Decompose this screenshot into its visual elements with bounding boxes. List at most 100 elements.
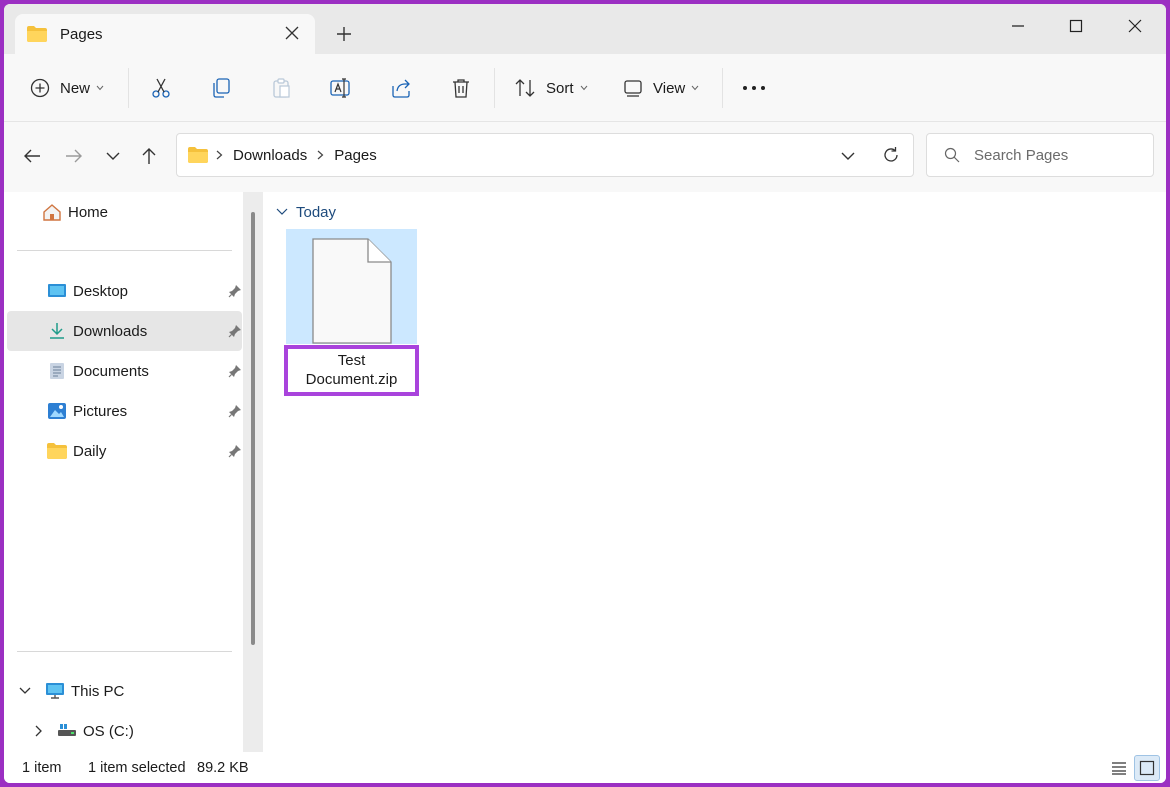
title-bar: Pages — [4, 4, 1166, 54]
sidebar-item-pictures[interactable]: Pictures — [7, 391, 242, 431]
sidebar-item-label: This PC — [71, 682, 125, 700]
pin-icon[interactable] — [228, 444, 242, 458]
status-bar: 1 item 1 item selected 89.2 KB — [4, 752, 1166, 783]
forward-button[interactable] — [60, 142, 88, 170]
new-button[interactable]: New — [30, 72, 104, 104]
selection-size: 89.2 KB — [197, 760, 249, 776]
clipboard-icon — [273, 78, 290, 98]
sidebar-scrollbar[interactable] — [243, 192, 263, 752]
command-bar: New Sort View — [4, 54, 1166, 122]
back-button[interactable] — [18, 142, 46, 170]
pin-icon[interactable] — [228, 404, 242, 418]
chevron-down-icon — [691, 85, 699, 91]
share-icon — [392, 79, 410, 98]
breadcrumb-downloads[interactable]: Downloads — [233, 147, 307, 164]
share-button[interactable] — [390, 72, 412, 104]
maximize-button[interactable] — [1047, 4, 1105, 48]
chevron-right-icon[interactable] — [35, 725, 43, 737]
group-header-today[interactable]: Today — [276, 202, 336, 222]
file-item[interactable] — [286, 229, 417, 344]
sidebar-item-label: Daily — [73, 442, 107, 460]
address-dropdown-icon[interactable] — [841, 151, 855, 161]
file-name-label[interactable]: Test Document.zip — [284, 345, 419, 396]
breadcrumb-pages[interactable]: Pages — [334, 147, 377, 164]
address-row: Downloads Pages — [4, 122, 1166, 192]
sidebar-item-daily[interactable]: Daily — [7, 431, 242, 471]
scissors-icon — [152, 78, 170, 98]
sidebar-item-label: Downloads — [73, 322, 148, 340]
minimize-icon — [1012, 25, 1024, 27]
sidebar-item-home[interactable]: Home — [42, 192, 242, 232]
navigation-pane: Home Desktop Downloads Documents Picture… — [4, 192, 264, 752]
sidebar-item-downloads[interactable]: Downloads — [7, 311, 242, 351]
sidebar-item-this-pc[interactable]: This PC — [7, 671, 242, 711]
item-count: 1 item — [22, 760, 62, 776]
view-button[interactable]: View — [623, 72, 699, 104]
toolbar-divider — [128, 68, 129, 108]
sidebar-item-os-drive[interactable]: OS (C:) — [7, 711, 242, 751]
drive-icon — [58, 724, 76, 736]
sidebar-item-documents[interactable]: Documents — [7, 351, 242, 391]
rename-button[interactable] — [329, 72, 351, 104]
recent-locations-button[interactable] — [99, 142, 127, 170]
refresh-icon[interactable] — [882, 146, 900, 164]
sidebar-item-label: OS (C:) — [83, 722, 134, 740]
search-input[interactable] — [974, 146, 1144, 164]
pin-icon[interactable] — [228, 324, 242, 338]
sort-icon — [515, 79, 535, 97]
close-tab-icon[interactable] — [285, 26, 299, 40]
arrow-left-icon — [24, 149, 40, 163]
chevron-down-icon — [106, 152, 120, 160]
sidebar-item-label: Pictures — [73, 402, 128, 420]
view-label: View — [653, 79, 686, 97]
trash-icon — [453, 79, 469, 98]
folder-icon — [27, 26, 47, 42]
up-button[interactable] — [135, 142, 163, 170]
minimize-button[interactable] — [989, 4, 1047, 48]
search-box[interactable] — [926, 133, 1154, 177]
tiles-view-icon — [1139, 760, 1155, 776]
plus-circle-icon — [30, 78, 50, 98]
pin-icon[interactable] — [228, 284, 242, 298]
sidebar-item-label: Desktop — [73, 282, 129, 300]
folder-icon — [47, 443, 67, 459]
content-pane: Today Test Document.zip — [264, 192, 1166, 752]
sidebar-divider — [17, 651, 232, 652]
rename-icon — [330, 78, 350, 98]
large-icons-view-button[interactable] — [1134, 755, 1160, 781]
list-view-icon — [1112, 762, 1126, 775]
document-file-icon — [312, 238, 392, 344]
tab-pages[interactable]: Pages — [15, 14, 315, 54]
new-label: New — [60, 79, 91, 97]
sidebar-divider — [17, 250, 232, 251]
pin-icon[interactable] — [228, 364, 242, 378]
cut-button[interactable] — [150, 72, 172, 104]
documents-icon — [50, 363, 64, 379]
more-icon — [743, 86, 765, 90]
chevron-down-icon — [580, 85, 587, 91]
desktop-icon — [48, 284, 66, 297]
tab-title: Pages — [60, 25, 103, 43]
sidebar-item-desktop[interactable]: Desktop — [7, 271, 242, 311]
more-options-button[interactable] — [742, 72, 766, 104]
close-window-button[interactable] — [1106, 4, 1164, 48]
copy-button[interactable] — [210, 72, 232, 104]
sort-button[interactable]: Sort — [514, 72, 588, 104]
address-bar[interactable]: Downloads Pages — [176, 133, 914, 177]
sort-label: Sort — [546, 79, 574, 97]
new-tab-icon[interactable] — [335, 25, 353, 43]
file-name-line: Document.zip — [305, 371, 398, 388]
chevron-down-icon[interactable] — [19, 687, 31, 695]
toolbar-divider — [722, 68, 723, 108]
file-name-line: Test — [337, 352, 366, 369]
chevron-right-icon — [216, 150, 223, 160]
paste-button[interactable] — [270, 72, 292, 104]
search-icon — [944, 147, 960, 163]
scrollbar-thumb[interactable] — [251, 212, 255, 645]
details-view-button[interactable] — [1106, 755, 1132, 781]
delete-button[interactable] — [450, 72, 472, 104]
arrow-right-icon — [66, 149, 82, 163]
chevron-right-icon — [317, 150, 324, 160]
selection-count: 1 item selected — [88, 760, 186, 776]
toolbar-divider — [494, 68, 495, 108]
